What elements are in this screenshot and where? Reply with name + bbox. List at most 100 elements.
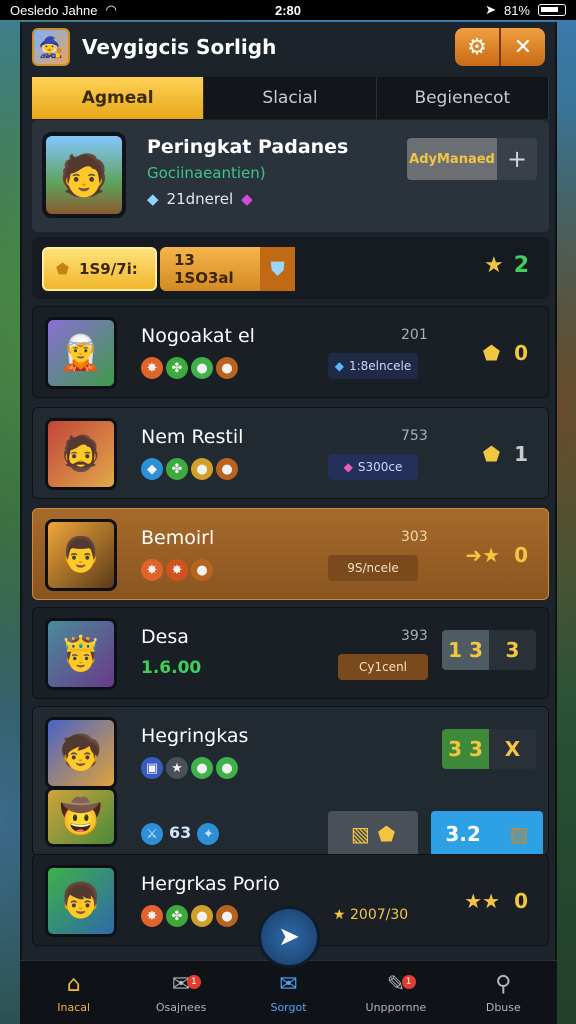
coins-icon: ⬟ (377, 822, 396, 846)
player-avatar: 🧔 (45, 418, 117, 490)
skill-icons: ✸ ✸ ● (141, 559, 213, 581)
fire-icon: ✸ (141, 905, 163, 927)
confirm-button[interactable]: 3.2 ▨ (431, 811, 543, 857)
compass-button[interactable]: ➤ (258, 906, 320, 968)
dismiss-button[interactable]: X (489, 729, 536, 769)
settings-button[interactable]: ⚙ (455, 28, 499, 66)
score-value: 0 (514, 889, 528, 913)
badge-icon: ✦ (197, 823, 220, 845)
sword-icon: ⚔ (141, 823, 163, 845)
box-icon: ▨ (509, 822, 529, 846)
action-label-button[interactable]: AdyManaed (407, 138, 497, 180)
clover-icon: ✤ (166, 458, 188, 480)
list-item[interactable]: 👨 Bemoirl ✸ ✸ ● 303 9S/ncele ➜★ 0 (32, 508, 549, 600)
silver-counter[interactable]: 13 1SO3al ⛊ (160, 247, 295, 291)
status-right: ➤ 81% (485, 2, 566, 18)
nav-chat[interactable]: ✉ 1 Osajnees (127, 971, 234, 1015)
leaf-icon: ● (191, 357, 213, 379)
score-value: 0 (514, 543, 528, 567)
gem-icon: ◆ (334, 359, 344, 373)
skill-icons: ▣ ★ ● ● (141, 757, 238, 779)
nav-label: Inacal (57, 1001, 91, 1014)
nav-search[interactable]: ⚲ Dbuse (450, 971, 557, 1015)
nav-mail[interactable]: ✉ Sorgot (235, 971, 342, 1015)
player-name: Nem Restil (141, 426, 244, 448)
leaf-icon: ● (191, 757, 213, 779)
tag-label: S300ce (357, 460, 403, 474)
clover-icon: ✤ (166, 357, 188, 379)
add-button[interactable]: + (497, 138, 537, 180)
game-avatar[interactable]: 🧙 (32, 28, 70, 66)
clover-icon: ✤ (166, 905, 188, 927)
score-b: 3 (489, 630, 536, 670)
skill-icons: ✸ ✤ ● ● (141, 905, 238, 927)
tag-label: Cy1cenl (358, 660, 408, 674)
player-avatar: 👦 (45, 865, 117, 937)
clock: 2:80 (274, 2, 302, 18)
location-icon: ➤ (485, 2, 496, 17)
status-badge: 9S/ncele (328, 555, 418, 581)
score-value: 1 (514, 442, 528, 466)
player-name: Desa (141, 626, 189, 648)
tag-label: 9S/ncele (347, 561, 399, 575)
bottom-score: 3.2 (445, 822, 481, 846)
player-subtitle: Gociinaeantien) (147, 164, 266, 182)
player-score: ⬟ 0 (483, 341, 528, 365)
score-a: 3 3 (442, 729, 489, 769)
fire-icon: ✸ (141, 559, 163, 581)
extra-stats: ⚔ 63 ✦ (141, 823, 220, 845)
fire-icon: ✸ (141, 357, 163, 379)
panel-header: 🧙 Veygigcis Sorligh ⚙ ✕ (22, 22, 555, 72)
carrier-label: Oesledo Jahne (10, 2, 98, 18)
battery-percent: 81% (503, 2, 530, 18)
player-avatar: 🧝 (45, 317, 117, 389)
page-title: Veygigcis Sorligh (82, 35, 277, 59)
score-a: 1 3 (442, 630, 489, 670)
mail-icon: ✉ (279, 971, 298, 997)
player-avatar: 👨 (45, 519, 117, 591)
coin-icon: ● (191, 905, 213, 927)
header-actions: ⚙ ✕ (455, 28, 545, 66)
player-score: ★★ 0 (464, 889, 528, 913)
gold-value: 1S9/7i: (79, 260, 138, 278)
close-button[interactable]: ✕ (501, 28, 545, 66)
player-name: Bemoirl (141, 527, 215, 549)
leaf-icon: ● (216, 757, 238, 779)
tab-slacial[interactable]: Slacial (204, 77, 377, 119)
cube-icon: ▣ (141, 757, 163, 779)
list-item[interactable]: 🧒 🤠 Hegringkas ▣ ★ ● ● 3 3 X ⚔ 63 ✦ ▧ ⬟ … (32, 706, 549, 857)
nav-messages[interactable]: ✎ 1 Unppornne (342, 971, 449, 1015)
home-icon: ⌂ (66, 971, 81, 997)
list-item[interactable]: 🧝 Nogoakat el ✸ ✤ ● ● 201 ◆ 1:8elncele ⬟… (32, 306, 549, 398)
player-name: Peringkat Padanes (147, 136, 349, 158)
coin-icon: ● (191, 458, 213, 480)
status-bar: Oesledo Jahne ◠ 2:80 ➤ 81% (0, 0, 576, 20)
player-avatar[interactable]: 🧑 (42, 132, 126, 218)
ranking-panel: 🧙 Veygigcis Sorligh ⚙ ✕ Agmeal Slacial B… (20, 22, 557, 1024)
bottom-nav: ⌂ Inacal ✉ 1 Osajnees ✉ Sorgot ✎ 1 Unppo… (20, 960, 557, 1024)
nav-home[interactable]: ⌂ Inacal (20, 971, 127, 1015)
player-avatar-secondary: 🤠 (45, 787, 117, 847)
star-icon: ★ (483, 253, 504, 278)
list-item[interactable]: 🧔 Nem Restil ◆ ✤ ● ● 753 ◆ S300ce ⬟ 1 (32, 407, 549, 499)
coin-icon: ● (216, 357, 238, 379)
tab-begienecot[interactable]: Begienecot (377, 77, 549, 119)
player-avatar: 🧒 (45, 717, 117, 789)
claim-button[interactable]: ▧ ⬟ (328, 811, 418, 857)
player-score: ➜★ 0 (465, 543, 528, 567)
nav-label: Dbuse (485, 1001, 521, 1014)
extra-value: 63 (169, 823, 192, 842)
list-item[interactable]: 🤴 Desa 1.6.00 393 Cy1cenl 1 3 3 (32, 607, 549, 699)
gem-value: 21dnerel (166, 190, 234, 208)
player-avatar: 🤴 (45, 618, 117, 690)
wifi-icon: ◠ (105, 2, 117, 17)
tab-bar: Agmeal Slacial Begienecot (32, 77, 549, 119)
player-number: 303 (401, 529, 428, 545)
sub-value: 1.6.00 (141, 658, 201, 678)
tab-agmeal[interactable]: Agmeal (32, 77, 205, 119)
nav-label: Osajnees (155, 1001, 207, 1014)
gem-icon: ◆ (343, 460, 353, 474)
gold-counter[interactable]: ⬟ 1S9/7i: (42, 247, 157, 291)
skill-icons: ✸ ✤ ● ● (141, 357, 238, 379)
fire-icon: ✸ (166, 559, 188, 581)
